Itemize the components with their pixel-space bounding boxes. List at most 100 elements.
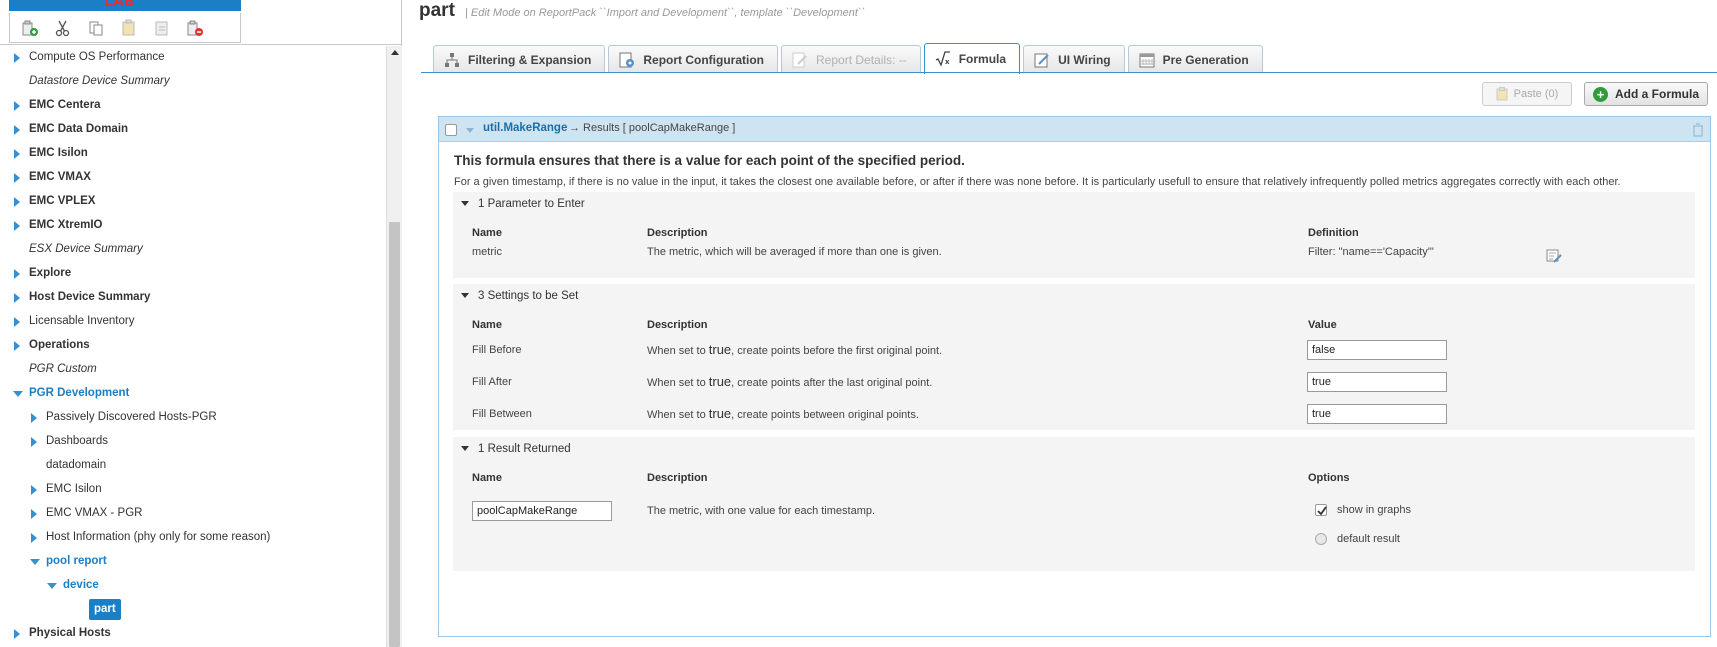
tree-item[interactable]: EMC XtremIO bbox=[0, 214, 386, 236]
tree-item-label: EMC Isilon bbox=[29, 147, 88, 159]
results-section-toggle[interactable]: 1 Result Returned bbox=[461, 443, 571, 455]
tree-item[interactable]: EMC VMAX bbox=[0, 166, 386, 188]
show-in-graphs-checkbox[interactable] bbox=[1315, 504, 1327, 516]
tab-label: Report Configuration bbox=[643, 52, 765, 67]
tree-item[interactable]: pool report bbox=[0, 550, 386, 572]
collapsed-arrow-icon[interactable] bbox=[14, 149, 20, 159]
tree-item[interactable]: device bbox=[0, 574, 386, 596]
collapsed-arrow-icon[interactable] bbox=[31, 413, 37, 423]
collapsed-arrow-icon[interactable] bbox=[14, 341, 20, 351]
tree-item[interactable]: Explore bbox=[0, 262, 386, 284]
collapsed-arrow-icon[interactable] bbox=[31, 509, 37, 519]
collapsed-arrow-icon[interactable] bbox=[31, 485, 37, 495]
collapsed-arrow-icon[interactable] bbox=[14, 221, 20, 231]
formula-name[interactable]: util.MakeRange bbox=[483, 122, 567, 134]
tree-item[interactable]: Host Information (phy only for some reas… bbox=[0, 526, 386, 548]
default-result-radio[interactable] bbox=[1315, 533, 1327, 545]
tab-filtering-expansion[interactable]: Filtering & Expansion bbox=[433, 45, 606, 73]
tree-item[interactable]: part bbox=[0, 598, 386, 620]
tab-ui-wiring[interactable]: UI Wiring bbox=[1023, 45, 1125, 73]
fill-between-input[interactable] bbox=[1307, 404, 1447, 424]
formula-card: util.MakeRange → Results [ poolCapMakeRa… bbox=[438, 116, 1711, 637]
scroll-up-icon[interactable] bbox=[391, 50, 399, 55]
caret-down-icon bbox=[461, 446, 469, 452]
expanded-arrow-icon[interactable] bbox=[13, 391, 23, 397]
result-name-input[interactable] bbox=[472, 501, 612, 521]
scroll-thumb[interactable] bbox=[389, 222, 400, 647]
collapsed-arrow-icon[interactable] bbox=[14, 101, 20, 111]
tree-item[interactable]: Dashboards bbox=[0, 430, 386, 452]
tree-item[interactable]: EMC VMAX - PGR bbox=[0, 502, 386, 524]
collapsed-arrow-icon[interactable] bbox=[31, 533, 37, 543]
tree-item[interactable]: EMC Centera bbox=[0, 94, 386, 116]
add-formula-button[interactable]: + Add a Formula bbox=[1584, 82, 1708, 106]
fill-before-input[interactable] bbox=[1307, 340, 1447, 360]
tree-item[interactable]: Compute OS Performance bbox=[0, 46, 386, 68]
settings-section-toggle[interactable]: 3 Settings to be Set bbox=[461, 290, 578, 302]
tab-pre-generation[interactable]: Pre Generation bbox=[1127, 45, 1263, 73]
caret-down-icon[interactable] bbox=[466, 128, 474, 133]
calendar-icon bbox=[1139, 53, 1155, 67]
tab-bar: Filtering & Expansion Report Configurati… bbox=[433, 43, 1263, 74]
tree-item[interactable]: Licensable Inventory bbox=[0, 310, 386, 332]
paste-special-button[interactable] bbox=[150, 16, 174, 40]
tree-item[interactable]: Operations bbox=[0, 334, 386, 356]
col-header-name: Name bbox=[472, 319, 502, 331]
formula-description-title: This formula ensures that there is a val… bbox=[454, 153, 965, 168]
collapsed-arrow-icon[interactable] bbox=[14, 317, 20, 327]
tree-item[interactable]: EMC Isilon bbox=[0, 142, 386, 164]
col-header-description: Description bbox=[647, 319, 708, 331]
tree-item[interactable]: EMC Isilon bbox=[0, 478, 386, 500]
collapsed-arrow-icon[interactable] bbox=[14, 269, 20, 279]
paste-button[interactable] bbox=[117, 16, 141, 40]
tree-item-label: EMC Isilon bbox=[46, 483, 102, 495]
param-description: The metric, which will be averaged if mo… bbox=[647, 246, 942, 258]
collapsed-arrow-icon[interactable] bbox=[14, 125, 20, 135]
tree-item[interactable]: Datastore Device Summary bbox=[0, 70, 386, 92]
report-tree: Compute OS Performance Datastore Device S… bbox=[0, 46, 386, 647]
copy-button[interactable] bbox=[84, 16, 108, 40]
tree-item[interactable]: EMC VPLEX bbox=[0, 190, 386, 212]
tree-item[interactable]: Passively Discovered Hosts-PGR bbox=[0, 406, 386, 428]
expanded-arrow-icon[interactable] bbox=[47, 583, 57, 589]
tree-item[interactable]: PGR Development bbox=[0, 382, 386, 404]
ui-wiring-icon bbox=[1034, 53, 1049, 67]
parameters-section-toggle[interactable]: 1 Parameter to Enter bbox=[461, 198, 585, 210]
add-node-button[interactable] bbox=[18, 16, 42, 40]
delete-node-button[interactable] bbox=[183, 16, 207, 40]
tree-item-label: ESX Device Summary bbox=[29, 243, 143, 255]
param-definition: Filter: "name=='Capacity'" bbox=[1308, 246, 1434, 258]
collapsed-arrow-icon[interactable] bbox=[14, 53, 20, 63]
parameters-section: 1 Parameter to Enter Name Description De… bbox=[453, 192, 1695, 278]
tree-item[interactable]: Physical Hosts bbox=[0, 622, 386, 644]
tree-item-label: EMC Data Domain bbox=[29, 123, 129, 135]
collapsed-arrow-icon[interactable] bbox=[14, 173, 20, 183]
tree-item[interactable]: Host Device Summary bbox=[0, 286, 386, 308]
tab-report-configuration[interactable]: Report Configuration bbox=[608, 45, 779, 73]
expanded-arrow-icon[interactable] bbox=[30, 559, 40, 565]
paste-formula-button[interactable]: Paste (0) bbox=[1482, 82, 1572, 106]
fill-after-input[interactable] bbox=[1307, 372, 1447, 392]
formula-select-checkbox[interactable] bbox=[445, 124, 457, 136]
collapsed-arrow-icon[interactable] bbox=[14, 197, 20, 207]
tree-item-label: Explore bbox=[29, 267, 72, 279]
tab-formula[interactable]: x Formula bbox=[923, 43, 1021, 74]
edit-definition-icon[interactable] bbox=[1546, 248, 1562, 264]
collapsed-arrow-icon[interactable] bbox=[14, 629, 20, 639]
tab-report-details[interactable]: Report Details: -- bbox=[781, 45, 921, 73]
tree-scrollbar[interactable] bbox=[386, 46, 402, 647]
collapsed-arrow-icon[interactable] bbox=[31, 437, 37, 447]
caret-down-icon bbox=[461, 201, 469, 207]
tree-item-label: EMC Centera bbox=[29, 99, 101, 111]
collapsed-arrow-icon[interactable] bbox=[14, 293, 20, 303]
trash-icon[interactable] bbox=[1692, 123, 1704, 137]
add-node-icon bbox=[22, 20, 38, 36]
tree-item[interactable]: PGR Custom bbox=[0, 358, 386, 380]
tree-item[interactable]: EMC Data Domain bbox=[0, 118, 386, 140]
cut-button[interactable] bbox=[51, 16, 75, 40]
tree-item[interactable]: datadomain bbox=[0, 454, 386, 476]
tree-item[interactable]: ESX Device Summary bbox=[0, 238, 386, 260]
report-details-icon bbox=[792, 52, 807, 67]
formula-header: util.MakeRange → Results [ poolCapMakeRa… bbox=[439, 117, 1710, 142]
settings-section: 3 Settings to be Set Name Description Va… bbox=[453, 284, 1695, 430]
